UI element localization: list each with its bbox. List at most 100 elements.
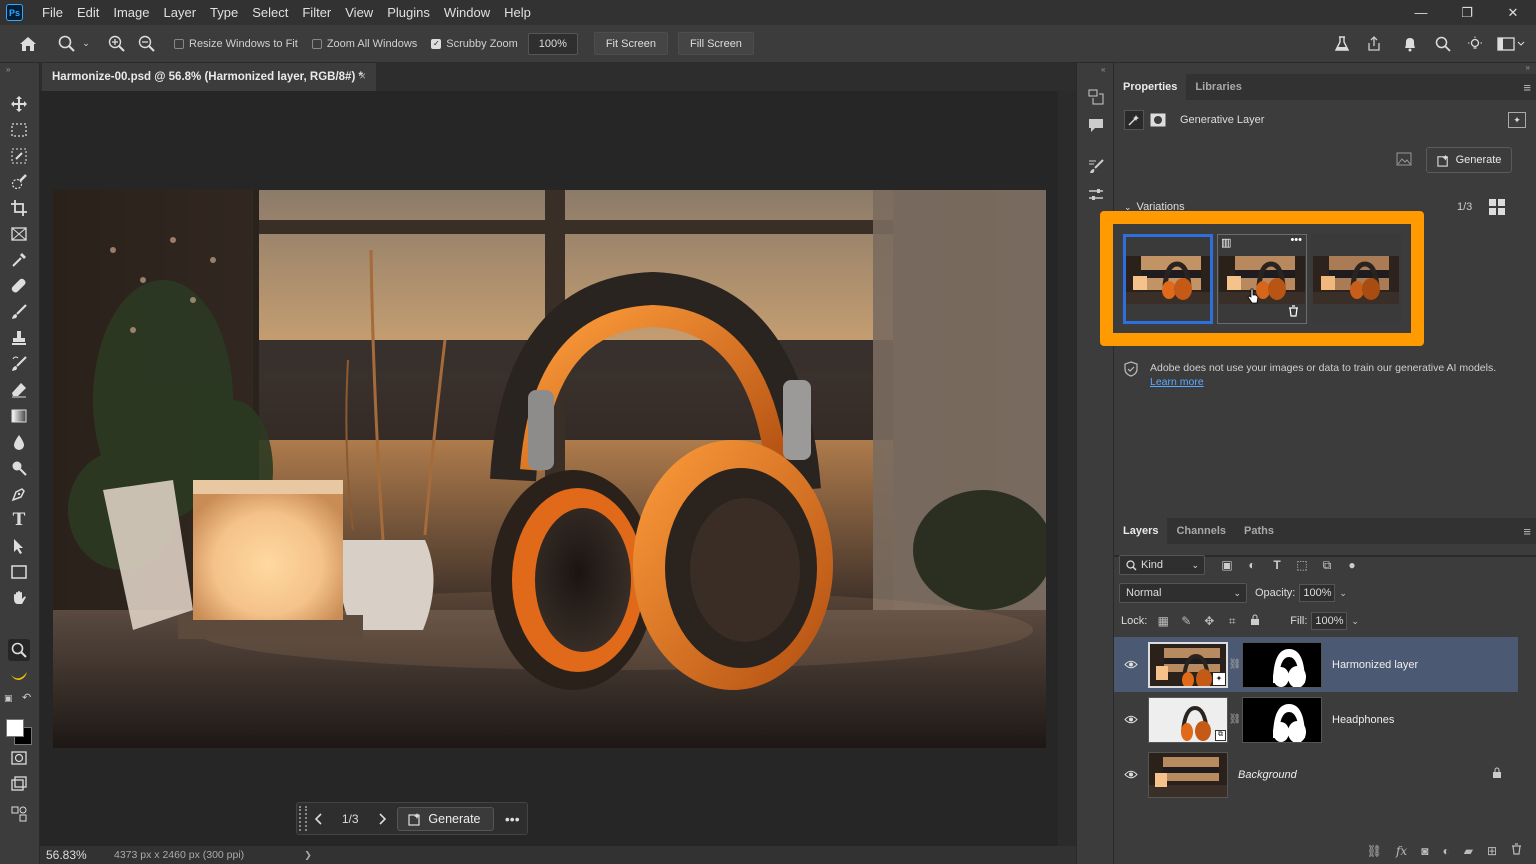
checkbox-box[interactable]: [311, 38, 322, 49]
layer-row-headphones[interactable]: ⧉ ⛓ Headphones: [1114, 692, 1518, 747]
lock-position-icon[interactable]: ✥: [1202, 614, 1216, 628]
layer-name[interactable]: Background: [1238, 769, 1297, 781]
resize-windows-checkbox[interactable]: Resize Windows to Fit: [174, 38, 298, 50]
tab-libraries[interactable]: Libraries: [1186, 74, 1250, 100]
chevron-down-icon[interactable]: ⌄: [1339, 588, 1347, 599]
layer-thumbnail[interactable]: ✦: [1148, 641, 1228, 688]
marquee-tool-icon[interactable]: [8, 119, 30, 141]
variation-thumbnail-1[interactable]: [1123, 234, 1213, 324]
workspace-icon[interactable]: [1496, 36, 1526, 51]
next-variation-button[interactable]: [370, 812, 394, 825]
more-options-icon[interactable]: •••: [1290, 234, 1302, 246]
layer-row-background[interactable]: Background: [1114, 747, 1518, 802]
document-image[interactable]: [53, 190, 1046, 748]
menu-layer[interactable]: Layer: [157, 0, 204, 25]
zoom-out-icon[interactable]: [136, 35, 158, 53]
dodge-tool-icon[interactable]: [8, 457, 30, 479]
zoom-percent-field[interactable]: 100%: [527, 32, 578, 55]
menu-plugins[interactable]: Plugins: [380, 0, 437, 25]
expand-panels-icon[interactable]: »: [1526, 63, 1530, 72]
layer-thumbnail[interactable]: ⧉: [1148, 696, 1228, 743]
home-icon[interactable]: [8, 36, 48, 52]
chevron-down-icon[interactable]: ⌄: [80, 38, 92, 49]
fx-icon[interactable]: fx: [1396, 844, 1407, 858]
eyedropper-icon[interactable]: [8, 249, 30, 271]
document-tab[interactable]: Harmonize-00.psd @ 56.8% (Harmonized lay…: [42, 63, 376, 91]
visibility-eye-icon[interactable]: [1114, 713, 1148, 727]
convert-layer-icon[interactable]: ✦: [1508, 112, 1526, 128]
collapse-icon[interactable]: »: [6, 65, 10, 74]
foreground-color-swatch[interactable]: [6, 719, 24, 737]
collapse-icon[interactable]: «: [1101, 65, 1105, 74]
fit-screen-button[interactable]: Fit Screen: [593, 32, 668, 55]
menu-select[interactable]: Select: [245, 0, 295, 25]
generate-button[interactable]: Generate: [397, 806, 494, 831]
crop-tool-icon[interactable]: [8, 197, 30, 219]
lightbulb-icon[interactable]: [1465, 36, 1485, 52]
adjustment-filter-icon[interactable]: ◐: [1246, 558, 1258, 572]
comments-icon[interactable]: [1086, 115, 1106, 135]
menu-filter[interactable]: Filter: [295, 0, 338, 25]
panel-menu-icon[interactable]: ≡: [1523, 80, 1531, 95]
grid-view-icon[interactable]: [1489, 199, 1505, 215]
opacity-field[interactable]: 100%: [1299, 584, 1336, 602]
shape-filter-icon[interactable]: ⬚: [1296, 558, 1308, 572]
adjustments-icon[interactable]: [1086, 185, 1106, 205]
flask-icon[interactable]: [1332, 35, 1352, 52]
fill-screen-button[interactable]: Fill Screen: [677, 32, 754, 55]
scrubby-zoom-checkbox[interactable]: ✓ Scrubby Zoom: [431, 38, 518, 50]
swap-colors-icon[interactable]: ↶: [22, 691, 31, 704]
smart-object-filter-icon[interactable]: ⧉: [1321, 558, 1333, 573]
history-brush-icon[interactable]: [8, 353, 30, 375]
restore-button[interactable]: ❐: [1444, 0, 1490, 25]
tab-properties[interactable]: Properties: [1114, 74, 1187, 100]
chevron-down-icon[interactable]: ⌄: [1351, 616, 1359, 627]
adjustment-layer-icon[interactable]: ◐: [1442, 844, 1449, 858]
lock-artboard-icon[interactable]: ⌗: [1225, 614, 1239, 629]
quick-selection-icon[interactable]: [8, 171, 30, 193]
variation-thumbnail-3[interactable]: [1311, 234, 1401, 324]
add-mask-icon[interactable]: ◙: [1421, 844, 1428, 858]
link-icon[interactable]: ⛓: [1228, 659, 1242, 670]
filter-toggle-icon[interactable]: ●: [1346, 558, 1358, 572]
eraser-tool-icon[interactable]: [8, 379, 30, 401]
zoom-level[interactable]: 56.83%: [40, 848, 102, 862]
kind-filter-select[interactable]: Kind ⌄: [1119, 555, 1205, 575]
layer-mask-thumbnail[interactable]: [1242, 641, 1322, 688]
zoom-all-windows-checkbox[interactable]: Zoom All Windows: [311, 38, 417, 50]
lock-all-icon[interactable]: [1248, 614, 1262, 629]
delete-layer-icon[interactable]: [1511, 843, 1522, 858]
edit-toolbar-icon[interactable]: [8, 803, 30, 825]
frame-tool-icon[interactable]: [8, 223, 30, 245]
hand-tool-icon[interactable]: [8, 587, 30, 609]
panel-menu-icon[interactable]: ≡: [1523, 524, 1531, 539]
zoom-tool-icon[interactable]: [54, 35, 80, 53]
layer-name[interactable]: Harmonized layer: [1332, 659, 1418, 671]
layer-mask-thumbnail[interactable]: [1242, 696, 1322, 743]
brush-settings-icon[interactable]: [1086, 156, 1106, 176]
history-icon[interactable]: [1086, 87, 1106, 107]
properties-generate-button[interactable]: Generate: [1426, 147, 1512, 173]
link-layers-icon[interactable]: ⛓: [1367, 844, 1382, 858]
rectangle-tool-icon[interactable]: [8, 561, 30, 583]
menu-help[interactable]: Help: [497, 0, 538, 25]
menu-view[interactable]: View: [338, 0, 380, 25]
blur-tool-icon[interactable]: [8, 431, 30, 453]
blend-mode-select[interactable]: Normal ⌄: [1119, 583, 1247, 603]
checkbox-box[interactable]: [174, 38, 184, 49]
quick-mask-icon[interactable]: [8, 747, 30, 769]
type-tool-icon[interactable]: T: [8, 509, 30, 531]
previous-variation-button[interactable]: [307, 812, 331, 825]
new-group-icon[interactable]: ▰: [1464, 844, 1473, 858]
menu-file[interactable]: File: [35, 0, 70, 25]
tab-layers[interactable]: Layers: [1114, 518, 1168, 544]
menu-window[interactable]: Window: [437, 0, 497, 25]
brush-tool-icon[interactable]: [8, 301, 30, 323]
share-icon[interactable]: [1364, 35, 1384, 52]
menu-type[interactable]: Type: [203, 0, 245, 25]
close-tab-icon[interactable]: ×: [359, 71, 366, 83]
screen-mode-icon[interactable]: [8, 773, 30, 795]
new-layer-icon[interactable]: ⊞: [1487, 844, 1497, 858]
bell-icon[interactable]: [1400, 36, 1420, 52]
lock-transparency-icon[interactable]: ▦: [1156, 614, 1170, 628]
